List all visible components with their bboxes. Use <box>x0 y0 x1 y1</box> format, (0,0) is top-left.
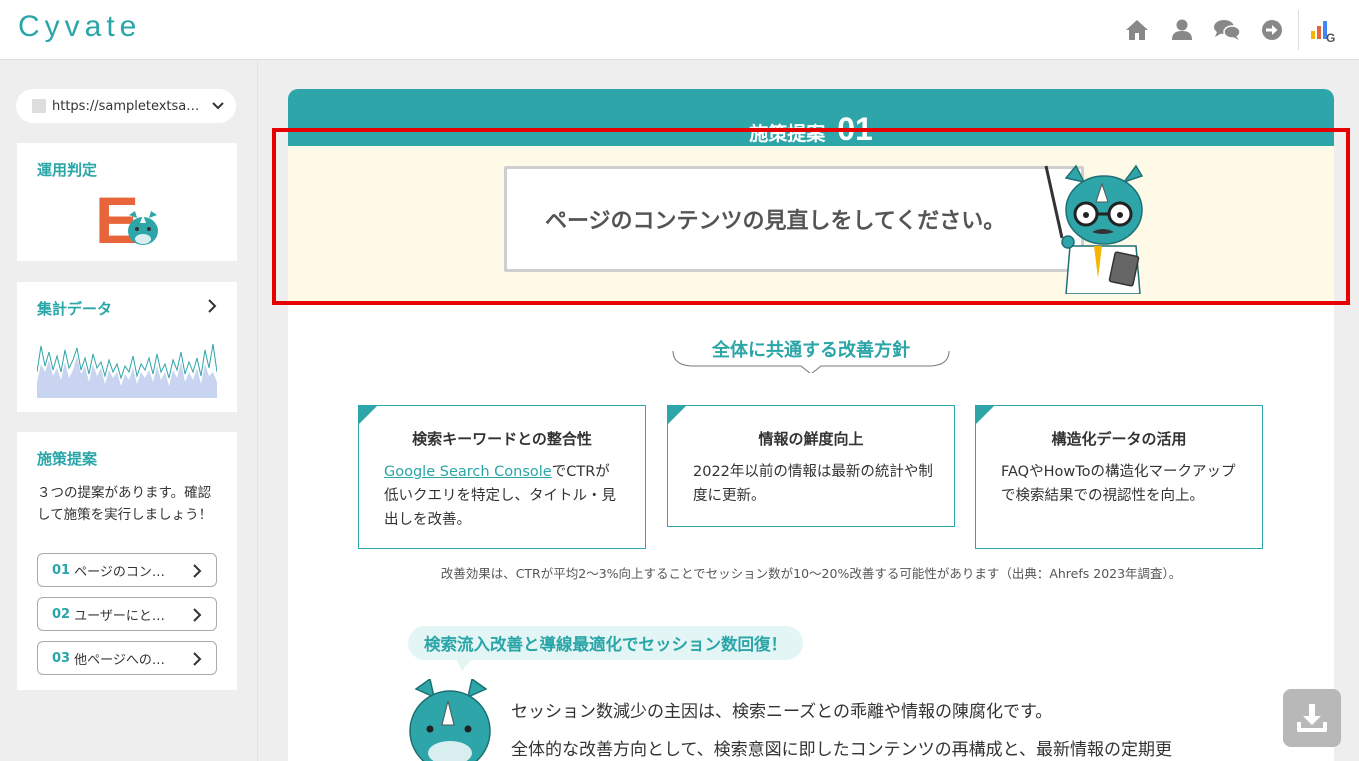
stats-title: 集計データ <box>37 300 113 318</box>
feature-card-body: FAQやHowToの構造化マークアップで検索結果での視認性を向上。 <box>1001 464 1236 504</box>
google-analytics-icon[interactable]: G <box>1309 15 1337 45</box>
proposal-item-01[interactable]: 01 ページのコン… <box>37 553 217 587</box>
header-divider <box>1298 10 1299 50</box>
corner-mark <box>975 405 995 425</box>
proposal-item-02[interactable]: 02 ユーザーにと… <box>37 597 217 631</box>
rhino-mascot-icon <box>125 209 161 251</box>
corner-mark <box>667 405 687 425</box>
sidebar: https://sampletextsa… 運用判定 E 集計データ 施策提案 … <box>0 60 258 761</box>
proposal-label: ページのコン… <box>74 564 165 580</box>
favicon-icon <box>32 99 46 113</box>
proposal-num: 03 <box>52 650 71 666</box>
bubble-tail <box>456 659 472 671</box>
download-icon <box>1297 704 1327 732</box>
logout-icon[interactable] <box>1249 10 1294 50</box>
chat-icon[interactable] <box>1204 10 1249 50</box>
download-button[interactable] <box>1283 689 1341 747</box>
chevron-right-icon[interactable] <box>207 298 217 318</box>
stats-card[interactable]: 集計データ <box>17 282 237 412</box>
judgement-card: 運用判定 E <box>17 143 237 261</box>
google-search-console-link[interactable]: Google Search Console <box>384 464 552 480</box>
rhino-mascot-icon <box>406 677 494 761</box>
proposals-card: 施策提案 ３つの提案があります。確認して施策を実行しましょう！ 01 ページのコ… <box>17 432 237 690</box>
feature-card-title: 構造化データの活用 <box>1051 430 1187 448</box>
url-selector[interactable]: https://sampletextsa… <box>16 89 236 123</box>
summary-paragraph-2: 全体的な改善方向として、検索意図に即したコンテンツの再構成と、最新情報の定期更 <box>511 740 1172 760</box>
proposals-title: 施策提案 <box>37 450 98 468</box>
highlight-frame <box>272 128 1350 305</box>
summary-paragraph-1: セッション数減少の主因は、検索ニーズとの乖離や情報の陳腐化です。 <box>511 702 1053 722</box>
feature-card-body: 2022年以前の情報は最新の統計や制度に更新。 <box>693 464 933 504</box>
chevron-right-icon <box>193 652 202 666</box>
top-bar: Cyvate G <box>0 0 1359 60</box>
feature-card-title: 検索キーワードとの整合性 <box>412 430 592 448</box>
proposal-num: 02 <box>52 606 71 622</box>
feature-card-structured-data: 構造化データの活用 FAQやHowToの構造化マークアップで検索結果での視認性を… <box>975 405 1263 549</box>
feature-card-title: 情報の鮮度向上 <box>758 430 864 448</box>
stats-sparkline <box>36 342 218 402</box>
proposal-num: 01 <box>52 562 71 578</box>
user-icon[interactable] <box>1159 10 1204 50</box>
judgement-title: 運用判定 <box>37 161 98 179</box>
app-logo[interactable]: Cyvate <box>18 10 141 44</box>
corner-mark <box>358 405 378 425</box>
proposal-label: ユーザーにと… <box>74 608 165 624</box>
feature-card-keyword: 検索キーワードとの整合性 Google Search ConsoleでCTRが低… <box>358 405 646 549</box>
home-icon[interactable] <box>1114 10 1159 50</box>
chevron-right-icon <box>193 608 202 622</box>
summary-bubble: 検索流入改善と導線最適化でセッション数回復！ <box>408 626 803 660</box>
policy-title: 全体に共通する改善方針 <box>712 340 910 361</box>
svg-text:G: G <box>1326 31 1335 43</box>
feature-card-freshness: 情報の鮮度向上 2022年以前の情報は最新の統計や制度に更新。 <box>667 405 955 527</box>
proposal-label: 他ページへの… <box>74 652 165 668</box>
url-selector-value: https://sampletextsa… <box>52 98 200 114</box>
improvement-note: 改善効果は、CTRが平均2〜3%向上することでセッション数が10〜20%改善する… <box>440 566 1182 581</box>
top-icons: G <box>1114 10 1337 50</box>
feature-card-body: Google Search ConsoleでCTRが低いクエリを特定し、タイトル… <box>384 460 624 532</box>
proposal-item-03[interactable]: 03 他ページへの… <box>37 641 217 675</box>
chevron-down-icon <box>212 102 224 110</box>
proposals-description: ３つの提案があります。確認して施策を実行しましょう！ <box>37 485 213 523</box>
chevron-right-icon <box>193 564 202 578</box>
